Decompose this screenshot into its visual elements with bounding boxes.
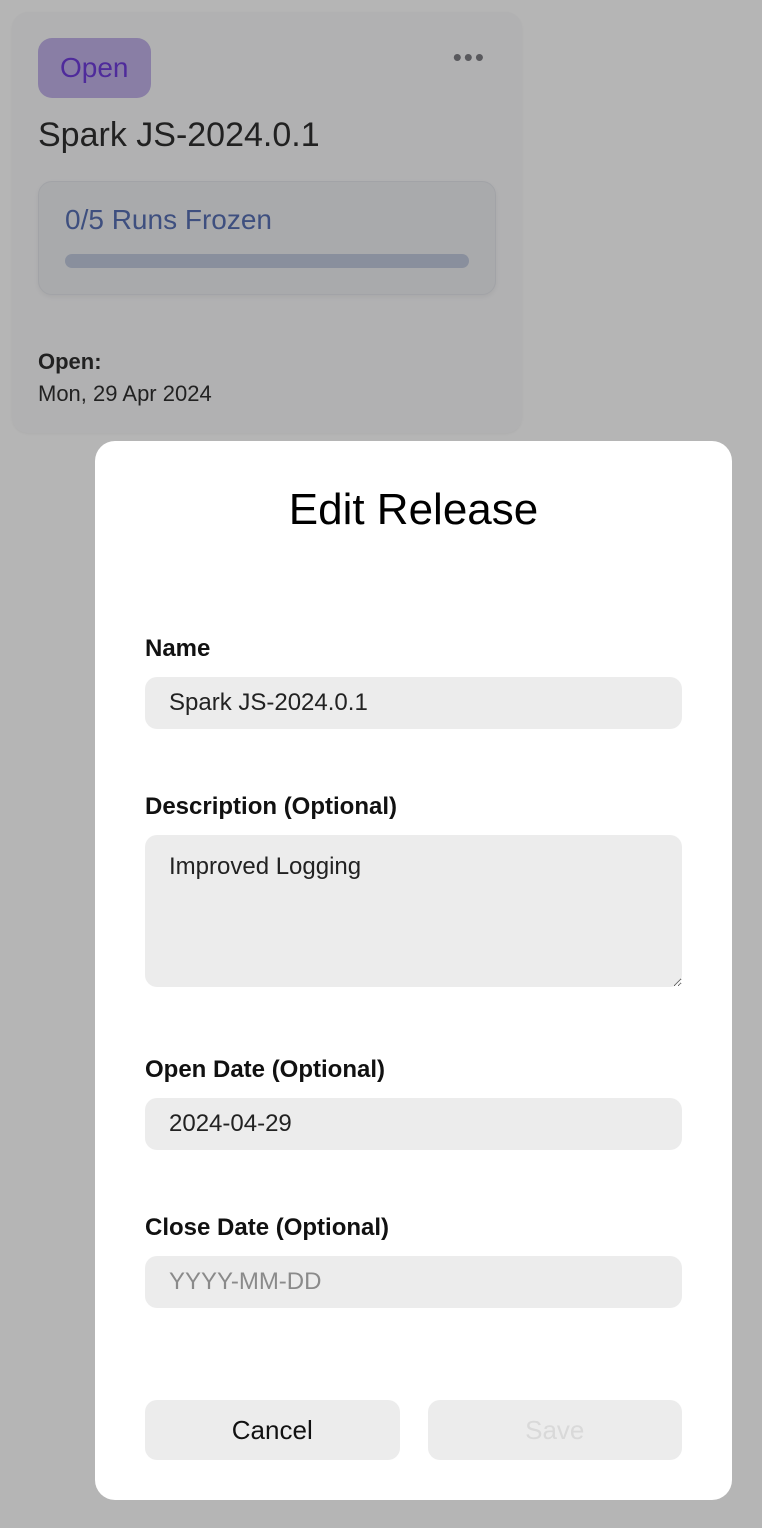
- field-name: Name: [145, 635, 682, 729]
- field-close-date: Close Date (Optional): [145, 1214, 682, 1308]
- cancel-button[interactable]: Cancel: [145, 1400, 400, 1460]
- modal-title: Edit Release: [145, 485, 682, 535]
- modal-button-row: Cancel Save: [145, 1400, 682, 1460]
- save-button[interactable]: Save: [428, 1400, 683, 1460]
- field-description: Description (Optional): [145, 793, 682, 992]
- name-label: Name: [145, 635, 682, 663]
- open-date-field-label: Open Date (Optional): [145, 1056, 682, 1084]
- description-label: Description (Optional): [145, 793, 682, 821]
- field-open-date: Open Date (Optional): [145, 1056, 682, 1150]
- open-date-input[interactable]: [145, 1098, 682, 1150]
- edit-release-modal: Edit Release Name Description (Optional)…: [95, 441, 732, 1500]
- close-date-input[interactable]: [145, 1256, 682, 1308]
- close-date-field-label: Close Date (Optional): [145, 1214, 682, 1242]
- description-input[interactable]: [145, 835, 682, 987]
- name-input[interactable]: [145, 677, 682, 729]
